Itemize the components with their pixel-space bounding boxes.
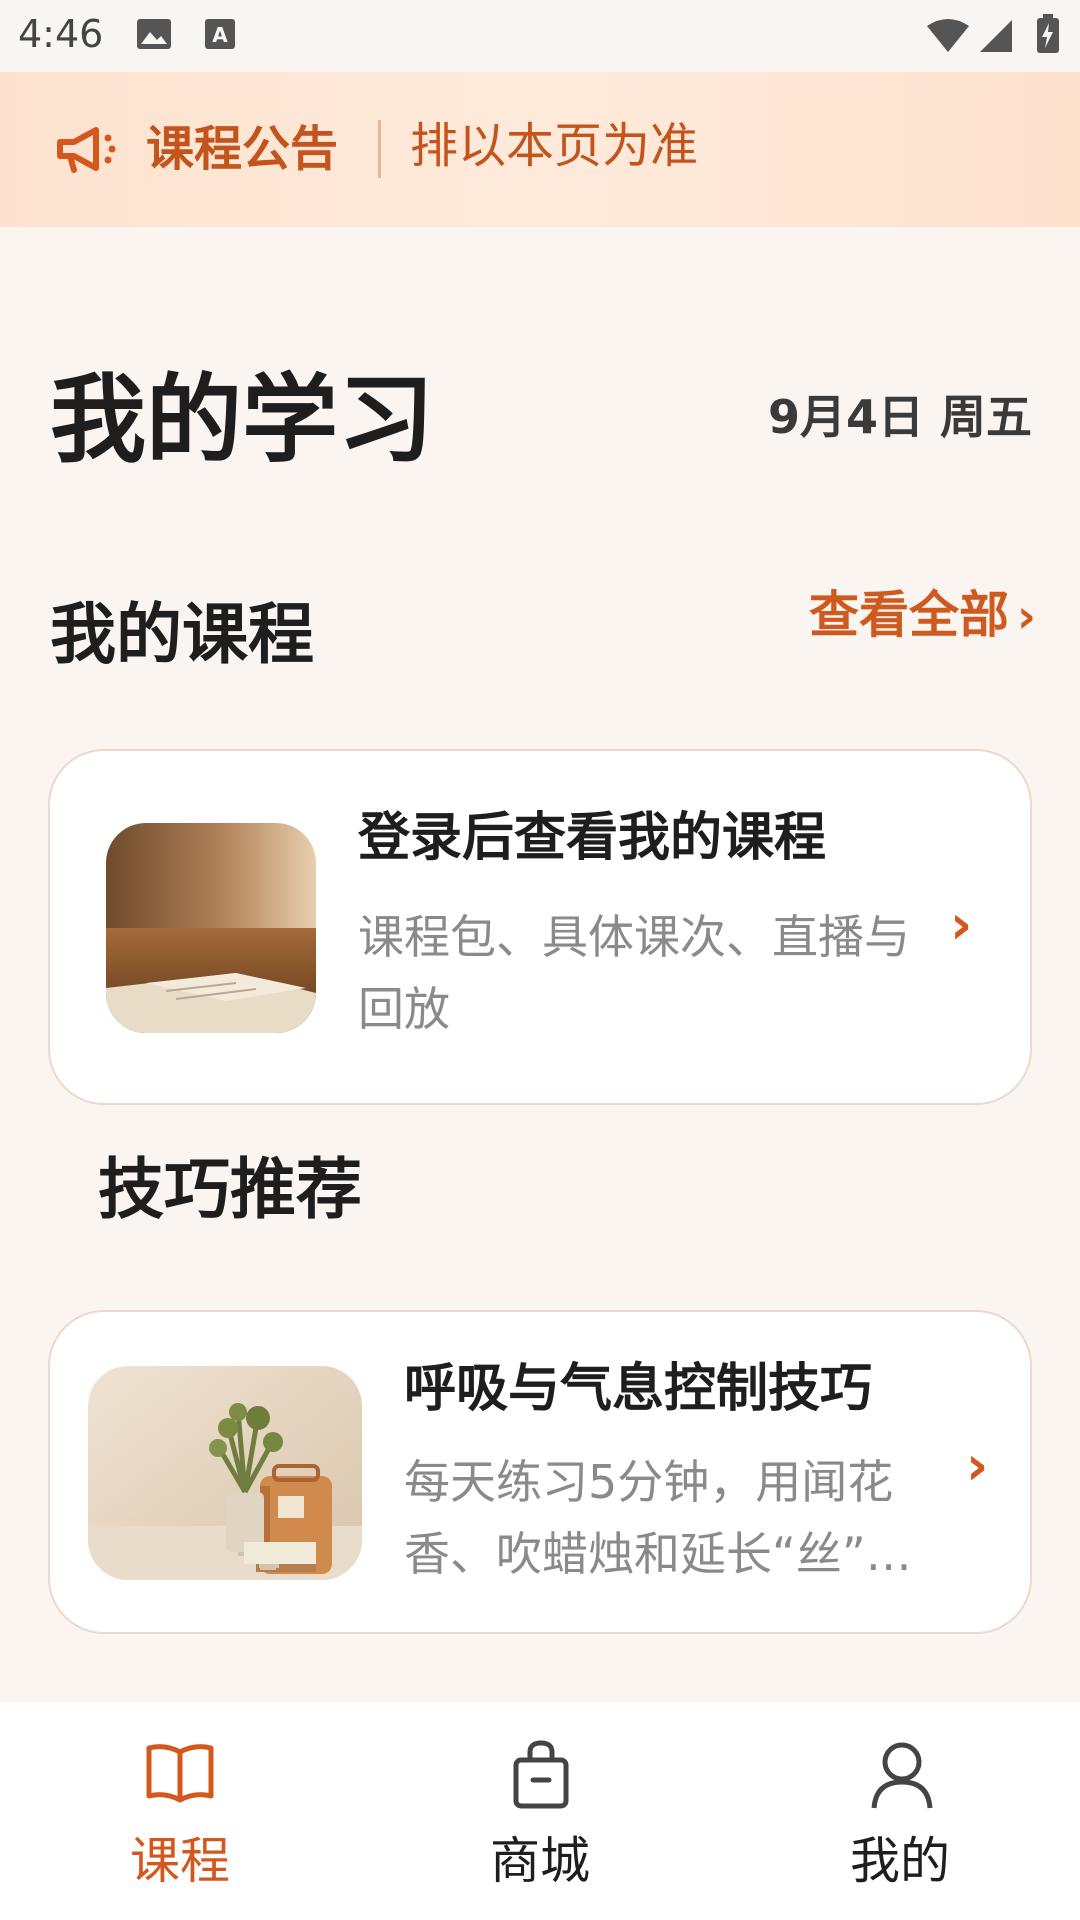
my-courses-title: 我的课程 <box>50 596 314 673</box>
tip-thumbnail <box>88 1366 362 1580</box>
shopping-bag-icon <box>513 1740 569 1814</box>
login-course-card[interactable]: 登录后查看我的课程 课程包、具体课次、直播与回放 › <box>48 749 1032 1105</box>
status-time: 4:46 <box>18 12 104 56</box>
chevron-right-icon: › <box>1017 589 1036 643</box>
date-text: 9月4日 周五 <box>767 390 1032 444</box>
bottom-nav: 课程 商城 我的 <box>0 1702 1080 1920</box>
nav-label-shop: 商城 <box>490 1832 590 1890</box>
course-card-description: 课程包、具体课次、直播与回放 <box>358 910 910 1036</box>
announcement-text: 排以本页为准 <box>410 118 699 174</box>
text-a-icon: A <box>204 18 236 54</box>
announcement-title: 课程公告 <box>146 121 339 177</box>
person-icon <box>870 1740 934 1814</box>
chevron-right-icon: › <box>950 893 973 956</box>
svg-text:A: A <box>212 23 228 47</box>
nav-tab-me[interactable]: 我的 <box>720 1702 1080 1920</box>
nav-tab-shop[interactable]: 商城 <box>360 1702 720 1920</box>
announcement-divider <box>378 120 381 178</box>
megaphone-icon <box>56 124 120 180</box>
wifi-icon <box>926 18 970 58</box>
view-all-label: 查看全部 <box>809 586 1010 644</box>
tip-card[interactable]: 呼吸与气息控制技巧 每天练习5分钟，用闻花香、吹蜡烛和延长“丝”… › <box>48 1310 1032 1634</box>
course-card-title: 登录后查看我的课程 <box>358 808 827 868</box>
tip-card-title: 呼吸与气息控制技巧 <box>404 1359 873 1419</box>
course-thumbnail <box>106 823 316 1033</box>
image-icon <box>136 18 172 54</box>
book-icon <box>145 1740 215 1810</box>
tips-title: 技巧推荐 <box>98 1151 362 1228</box>
signal-icon <box>978 18 1014 58</box>
nav-tab-courses[interactable]: 课程 <box>0 1702 360 1920</box>
battery-charging-icon <box>1036 14 1060 58</box>
view-all-link[interactable]: 查看全部 › <box>809 580 1036 651</box>
page-title: 我的学习 <box>50 364 434 476</box>
nav-label-courses: 课程 <box>130 1832 230 1890</box>
announcement-banner[interactable]: 课程公告 排以本页为准 <box>0 72 1080 227</box>
status-bar: 4:46 A <box>0 0 1080 72</box>
nav-label-me: 我的 <box>850 1832 950 1890</box>
chevron-right-icon: › <box>966 1434 989 1497</box>
tip-card-description: 每天练习5分钟，用闻花香、吹蜡烛和延长“丝”… <box>404 1455 912 1581</box>
